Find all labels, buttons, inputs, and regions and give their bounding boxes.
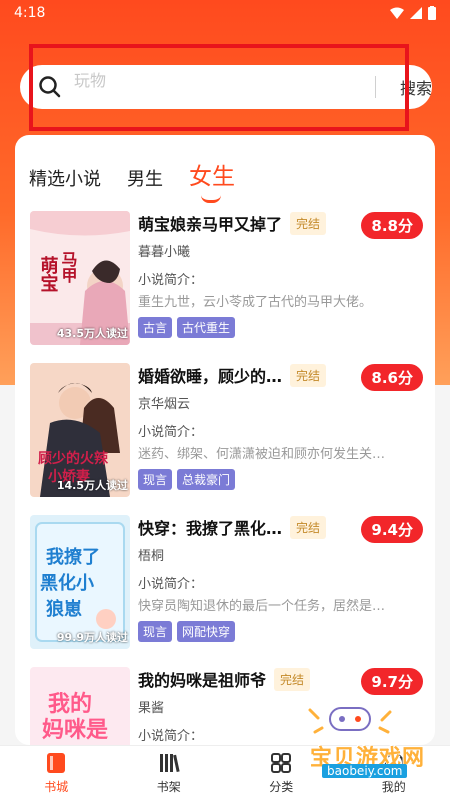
score-badge: 9.7分 <box>361 668 423 695</box>
book-list-card: 精选小说 男生 女生 萌宝 马甲 43.5万人读过 萌宝娘亲马甲又掉了 完结 8… <box>15 135 435 745</box>
score-badge: 9.4分 <box>361 516 423 543</box>
svg-text:马甲: 马甲 <box>59 251 78 284</box>
list-item[interactable]: 萌宝 马甲 43.5万人读过 萌宝娘亲马甲又掉了 完结 8.8分 暮暮小曦 小说… <box>15 205 435 357</box>
watermark-url: baobeiy.com <box>322 764 408 778</box>
tag[interactable]: 现言 <box>138 469 173 490</box>
status-time: 4:18 <box>14 5 46 21</box>
book-title[interactable]: 萌宝娘亲马甲又掉了 <box>138 211 282 235</box>
status-badge: 完结 <box>290 211 327 235</box>
svg-text:妈咪是: 妈咪是 <box>42 718 108 743</box>
book-author: 梧桐 <box>138 549 165 564</box>
wifi-icon <box>390 7 404 19</box>
intro-label: 小说简介： <box>138 425 204 440</box>
highlight-annotation-box <box>29 44 409 131</box>
book-intro: 重生九世，云小苓成了古代的马甲大佬。 <box>138 295 373 310</box>
svg-text:黑化小: 黑化小 <box>40 572 94 594</box>
book-cover[interactable]: 我撩了 黑化小 狼崽 99.9万人读过 <box>30 515 130 649</box>
read-count: 99.9万人读过 <box>56 631 128 644</box>
status-badge: 完结 <box>290 363 327 387</box>
intro-label: 小说简介： <box>138 577 204 592</box>
status-bar: 4:18 <box>0 0 450 26</box>
book-intro: 快穿员陶知退休的最后一个任务，居然是… <box>138 599 386 614</box>
svg-text:我的: 我的 <box>48 691 92 717</box>
status-badge: 完结 <box>274 667 311 691</box>
tag[interactable]: 总裁豪门 <box>177 469 236 490</box>
tag[interactable]: 现言 <box>138 621 173 642</box>
book-title[interactable]: 婚婚欲睡，顾少的… <box>138 363 282 387</box>
book-title[interactable]: 我的妈咪是祖师爷 <box>138 667 266 691</box>
list-item[interactable]: 顾少的火辣 小娇妻 14.5万人读过 婚婚欲睡，顾少的… 完结 8.6分 京华烟… <box>15 357 435 509</box>
tab-female-label: 女生 <box>189 164 235 190</box>
status-badge: 完结 <box>290 515 327 539</box>
read-count: 14.5万人读过 <box>56 479 128 492</box>
tag-list: 现言 网配快穿 <box>138 621 423 642</box>
tab-bookstore[interactable]: 书城 <box>0 746 113 800</box>
tab-male[interactable]: 男生 <box>127 165 163 205</box>
shelf-icon <box>157 751 181 775</box>
list-item[interactable]: 我撩了 黑化小 狼崽 99.9万人读过 快穿：我撩了黑化… 完结 9.4分 梧桐… <box>15 509 435 661</box>
intro-label: 小说简介： <box>138 273 204 288</box>
tag[interactable]: 网配快穿 <box>177 621 236 642</box>
book-cover-art: 我的 妈咪是 <box>30 667 130 745</box>
active-tab-indicator <box>201 195 221 203</box>
tab-female[interactable]: 女生 <box>189 157 235 205</box>
category-tabs: 精选小说 男生 女生 <box>15 135 435 205</box>
tab-bookshelf-label: 书架 <box>156 780 181 794</box>
svg-text:狼崽: 狼崽 <box>46 598 82 620</box>
svg-text:顾少的火辣: 顾少的火辣 <box>38 450 109 467</box>
svg-text:我撩了: 我撩了 <box>46 546 100 568</box>
svg-text:萌宝: 萌宝 <box>38 255 59 292</box>
tag[interactable]: 古代重生 <box>177 317 236 338</box>
book-icon <box>44 751 68 775</box>
tag-list: 古言 古代重生 <box>138 317 423 338</box>
book-cover[interactable]: 顾少的火辣 小娇妻 14.5万人读过 <box>30 363 130 497</box>
tag[interactable]: 古言 <box>138 317 173 338</box>
book-title[interactable]: 快穿：我撩了黑化… <box>138 515 282 539</box>
score-badge: 8.8分 <box>361 212 423 239</box>
tab-bookshelf[interactable]: 书架 <box>113 746 226 800</box>
signal-icon <box>410 7 422 19</box>
book-author: 京华烟云 <box>138 397 191 412</box>
book-cover[interactable]: 我的 妈咪是 <box>30 667 130 745</box>
book-author: 暮暮小曦 <box>138 245 191 260</box>
score-badge: 8.6分 <box>361 364 423 391</box>
tag-list: 现言 总裁豪门 <box>138 469 423 490</box>
tab-bookstore-label: 书城 <box>44 780 69 794</box>
book-intro: 迷药、绑架、何潇潇被迫和顾亦何发生关… <box>138 447 386 462</box>
read-count: 43.5万人读过 <box>56 327 128 340</box>
book-cover[interactable]: 萌宝 马甲 43.5万人读过 <box>30 211 130 345</box>
tab-featured[interactable]: 精选小说 <box>29 165 101 205</box>
battery-icon <box>428 6 436 20</box>
